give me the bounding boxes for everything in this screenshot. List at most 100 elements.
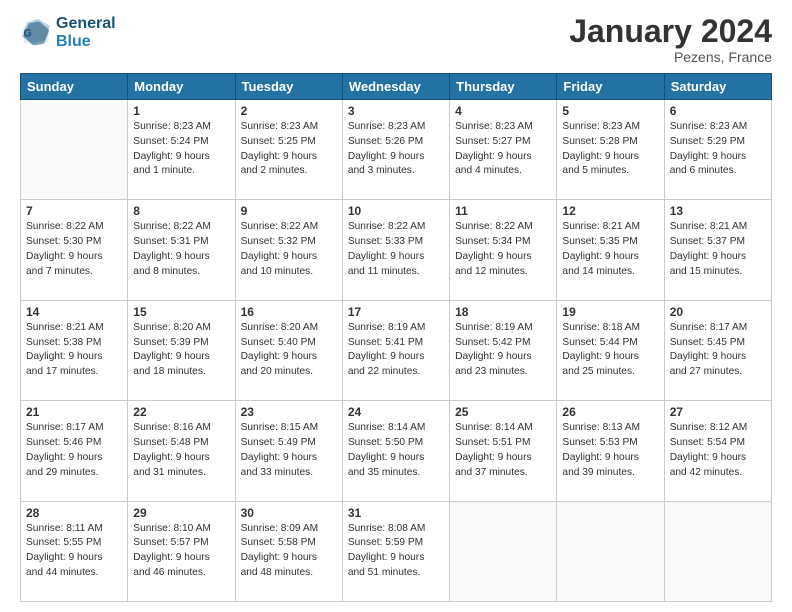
title-block: January 2024 Pezens, France (569, 15, 772, 65)
calendar-cell: 7Sunrise: 8:22 AM Sunset: 5:30 PM Daylig… (21, 200, 128, 300)
calendar-table: SundayMondayTuesdayWednesdayThursdayFrid… (20, 73, 772, 602)
day-info: Sunrise: 8:12 AM Sunset: 5:54 PM Dayligh… (670, 421, 766, 480)
day-number: 16 (241, 305, 337, 319)
calendar-cell: 15 Sunrise: 8:20 AM Sunset: 5:39 PM Dayli… (128, 300, 235, 400)
day-number: 25 (455, 405, 551, 419)
day-number: 6 (670, 104, 766, 118)
day-number: 19 (562, 305, 658, 319)
calendar-cell (450, 501, 557, 601)
day-info: Sunrise: 8:14 AM Sunset: 5:50 PM Dayligh… (348, 421, 444, 480)
day-info: Sunrise: 8:23 AM Sunset: 5:24 PM Dayligh… (133, 120, 229, 179)
calendar-cell: 31Sunrise: 8:08 AM Sunset: 5:59 PM Dayli… (342, 501, 449, 601)
day-info: Sunrise: 8:16 AM Sunset: 5:48 PM Dayligh… (133, 421, 229, 480)
day-number: 29 (133, 506, 229, 520)
day-number: 5 (562, 104, 658, 118)
day-info: Sunrise: 8:22 AM Sunset: 5:34 PM Dayligh… (455, 220, 551, 279)
day-info: Sunrise: 8:21 AM Sunset: 5:35 PM Dayligh… (562, 220, 658, 279)
day-info: Sunrise: 8:22 AM Sunset: 5:32 PM Dayligh… (241, 220, 337, 279)
day-info: Sunrise: 8:23 AM Sunset: 5:29 PM Dayligh… (670, 120, 766, 179)
calendar-cell: 1 Sunrise: 8:23 AM Sunset: 5:24 PM Daylig… (128, 100, 235, 200)
day-info: Sunrise: 8:21 AM Sunset: 5:37 PM Dayligh… (670, 220, 766, 279)
calendar-cell: 27Sunrise: 8:12 AM Sunset: 5:54 PM Dayli… (664, 401, 771, 501)
calendar-cell: 13Sunrise: 8:21 AM Sunset: 5:37 PM Dayli… (664, 200, 771, 300)
day-header-thursday: Thursday (450, 74, 557, 100)
week-row-1: 7Sunrise: 8:22 AM Sunset: 5:30 PM Daylig… (21, 200, 772, 300)
day-number: 11 (455, 204, 551, 218)
logo-text: General Blue (56, 15, 116, 50)
day-number: 14 (26, 305, 122, 319)
day-number: 9 (241, 204, 337, 218)
day-number: 1 (133, 104, 229, 118)
calendar-cell: 28Sunrise: 8:11 AM Sunset: 5:55 PM Dayli… (21, 501, 128, 601)
week-row-3: 21 Sunrise: 8:17 AM Sunset: 5:46 PM Dayli… (21, 401, 772, 501)
day-number: 17 (348, 305, 444, 319)
subtitle: Pezens, France (569, 49, 772, 65)
header: G General Blue January 2024 Pezens, Fran… (20, 15, 772, 65)
calendar-cell: 22 Sunrise: 8:16 AM Sunset: 5:48 PM Dayli… (128, 401, 235, 501)
day-number: 8 (133, 204, 229, 218)
week-row-4: 28Sunrise: 8:11 AM Sunset: 5:55 PM Dayli… (21, 501, 772, 601)
calendar-cell: 8 Sunrise: 8:22 AM Sunset: 5:31 PM Daylig… (128, 200, 235, 300)
day-info: Sunrise: 8:22 AM Sunset: 5:30 PM Dayligh… (26, 220, 122, 279)
day-info: Sunrise: 8:19 AM Sunset: 5:41 PM Dayligh… (348, 321, 444, 380)
calendar-cell: 23 Sunrise: 8:15 AM Sunset: 5:49 PM Dayli… (235, 401, 342, 501)
page: G General Blue January 2024 Pezens, Fran… (0, 0, 792, 612)
day-info: Sunrise: 8:15 AM Sunset: 5:49 PM Dayligh… (241, 421, 337, 480)
day-number: 23 (241, 405, 337, 419)
day-info: Sunrise: 8:08 AM Sunset: 5:59 PM Dayligh… (348, 522, 444, 581)
day-number: 4 (455, 104, 551, 118)
calendar-cell: 6 Sunrise: 8:23 AM Sunset: 5:29 PM Daylig… (664, 100, 771, 200)
day-info: Sunrise: 8:20 AM Sunset: 5:39 PM Dayligh… (133, 321, 229, 380)
calendar-cell: 25 Sunrise: 8:14 AM Sunset: 5:51 PM Dayli… (450, 401, 557, 501)
day-number: 20 (670, 305, 766, 319)
calendar-cell: 16 Sunrise: 8:20 AM Sunset: 5:40 PM Dayli… (235, 300, 342, 400)
day-info: Sunrise: 8:21 AM Sunset: 5:38 PM Dayligh… (26, 321, 122, 380)
day-number: 3 (348, 104, 444, 118)
calendar-cell: 18 Sunrise: 8:19 AM Sunset: 5:42 PM Dayli… (450, 300, 557, 400)
day-info: Sunrise: 8:17 AM Sunset: 5:46 PM Dayligh… (26, 421, 122, 480)
calendar-cell: 10Sunrise: 8:22 AM Sunset: 5:33 PM Dayli… (342, 200, 449, 300)
day-number: 30 (241, 506, 337, 520)
calendar-cell (557, 501, 664, 601)
calendar-cell: 12 Sunrise: 8:21 AM Sunset: 5:35 PM Dayli… (557, 200, 664, 300)
day-info: Sunrise: 8:09 AM Sunset: 5:58 PM Dayligh… (241, 522, 337, 581)
calendar-cell: 26 Sunrise: 8:13 AM Sunset: 5:53 PM Dayli… (557, 401, 664, 501)
day-number: 22 (133, 405, 229, 419)
day-header-monday: Monday (128, 74, 235, 100)
day-number: 26 (562, 405, 658, 419)
calendar-cell: 14 Sunrise: 8:21 AM Sunset: 5:38 PM Dayli… (21, 300, 128, 400)
day-info: Sunrise: 8:19 AM Sunset: 5:42 PM Dayligh… (455, 321, 551, 380)
day-number: 12 (562, 204, 658, 218)
calendar-cell: 3Sunrise: 8:23 AM Sunset: 5:26 PM Daylig… (342, 100, 449, 200)
svg-text:G: G (24, 27, 32, 39)
calendar-cell: 4 Sunrise: 8:23 AM Sunset: 5:27 PM Daylig… (450, 100, 557, 200)
day-number: 21 (26, 405, 122, 419)
day-header-tuesday: Tuesday (235, 74, 342, 100)
day-info: Sunrise: 8:23 AM Sunset: 5:25 PM Dayligh… (241, 120, 337, 179)
day-number: 2 (241, 104, 337, 118)
calendar-cell: 24Sunrise: 8:14 AM Sunset: 5:50 PM Dayli… (342, 401, 449, 501)
main-title: January 2024 (569, 15, 772, 47)
calendar-cell: 17 Sunrise: 8:19 AM Sunset: 5:41 PM Dayli… (342, 300, 449, 400)
logo-line1: General (56, 15, 116, 32)
week-row-2: 14 Sunrise: 8:21 AM Sunset: 5:38 PM Dayli… (21, 300, 772, 400)
calendar-cell: 2 Sunrise: 8:23 AM Sunset: 5:25 PM Daylig… (235, 100, 342, 200)
day-info: Sunrise: 8:23 AM Sunset: 5:27 PM Dayligh… (455, 120, 551, 179)
day-info: Sunrise: 8:14 AM Sunset: 5:51 PM Dayligh… (455, 421, 551, 480)
logo: G General Blue (20, 15, 116, 50)
calendar-cell: 21 Sunrise: 8:17 AM Sunset: 5:46 PM Dayli… (21, 401, 128, 501)
day-info: Sunrise: 8:20 AM Sunset: 5:40 PM Dayligh… (241, 321, 337, 380)
calendar-cell: 11 Sunrise: 8:22 AM Sunset: 5:34 PM Dayli… (450, 200, 557, 300)
calendar-cell: 9 Sunrise: 8:22 AM Sunset: 5:32 PM Daylig… (235, 200, 342, 300)
day-info: Sunrise: 8:22 AM Sunset: 5:31 PM Dayligh… (133, 220, 229, 279)
day-header-friday: Friday (557, 74, 664, 100)
day-number: 10 (348, 204, 444, 218)
day-number: 28 (26, 506, 122, 520)
calendar-cell: 30 Sunrise: 8:09 AM Sunset: 5:58 PM Dayli… (235, 501, 342, 601)
day-number: 15 (133, 305, 229, 319)
day-number: 18 (455, 305, 551, 319)
day-header-saturday: Saturday (664, 74, 771, 100)
calendar-cell (664, 501, 771, 601)
logo-icon: G (20, 17, 52, 49)
day-info: Sunrise: 8:13 AM Sunset: 5:53 PM Dayligh… (562, 421, 658, 480)
